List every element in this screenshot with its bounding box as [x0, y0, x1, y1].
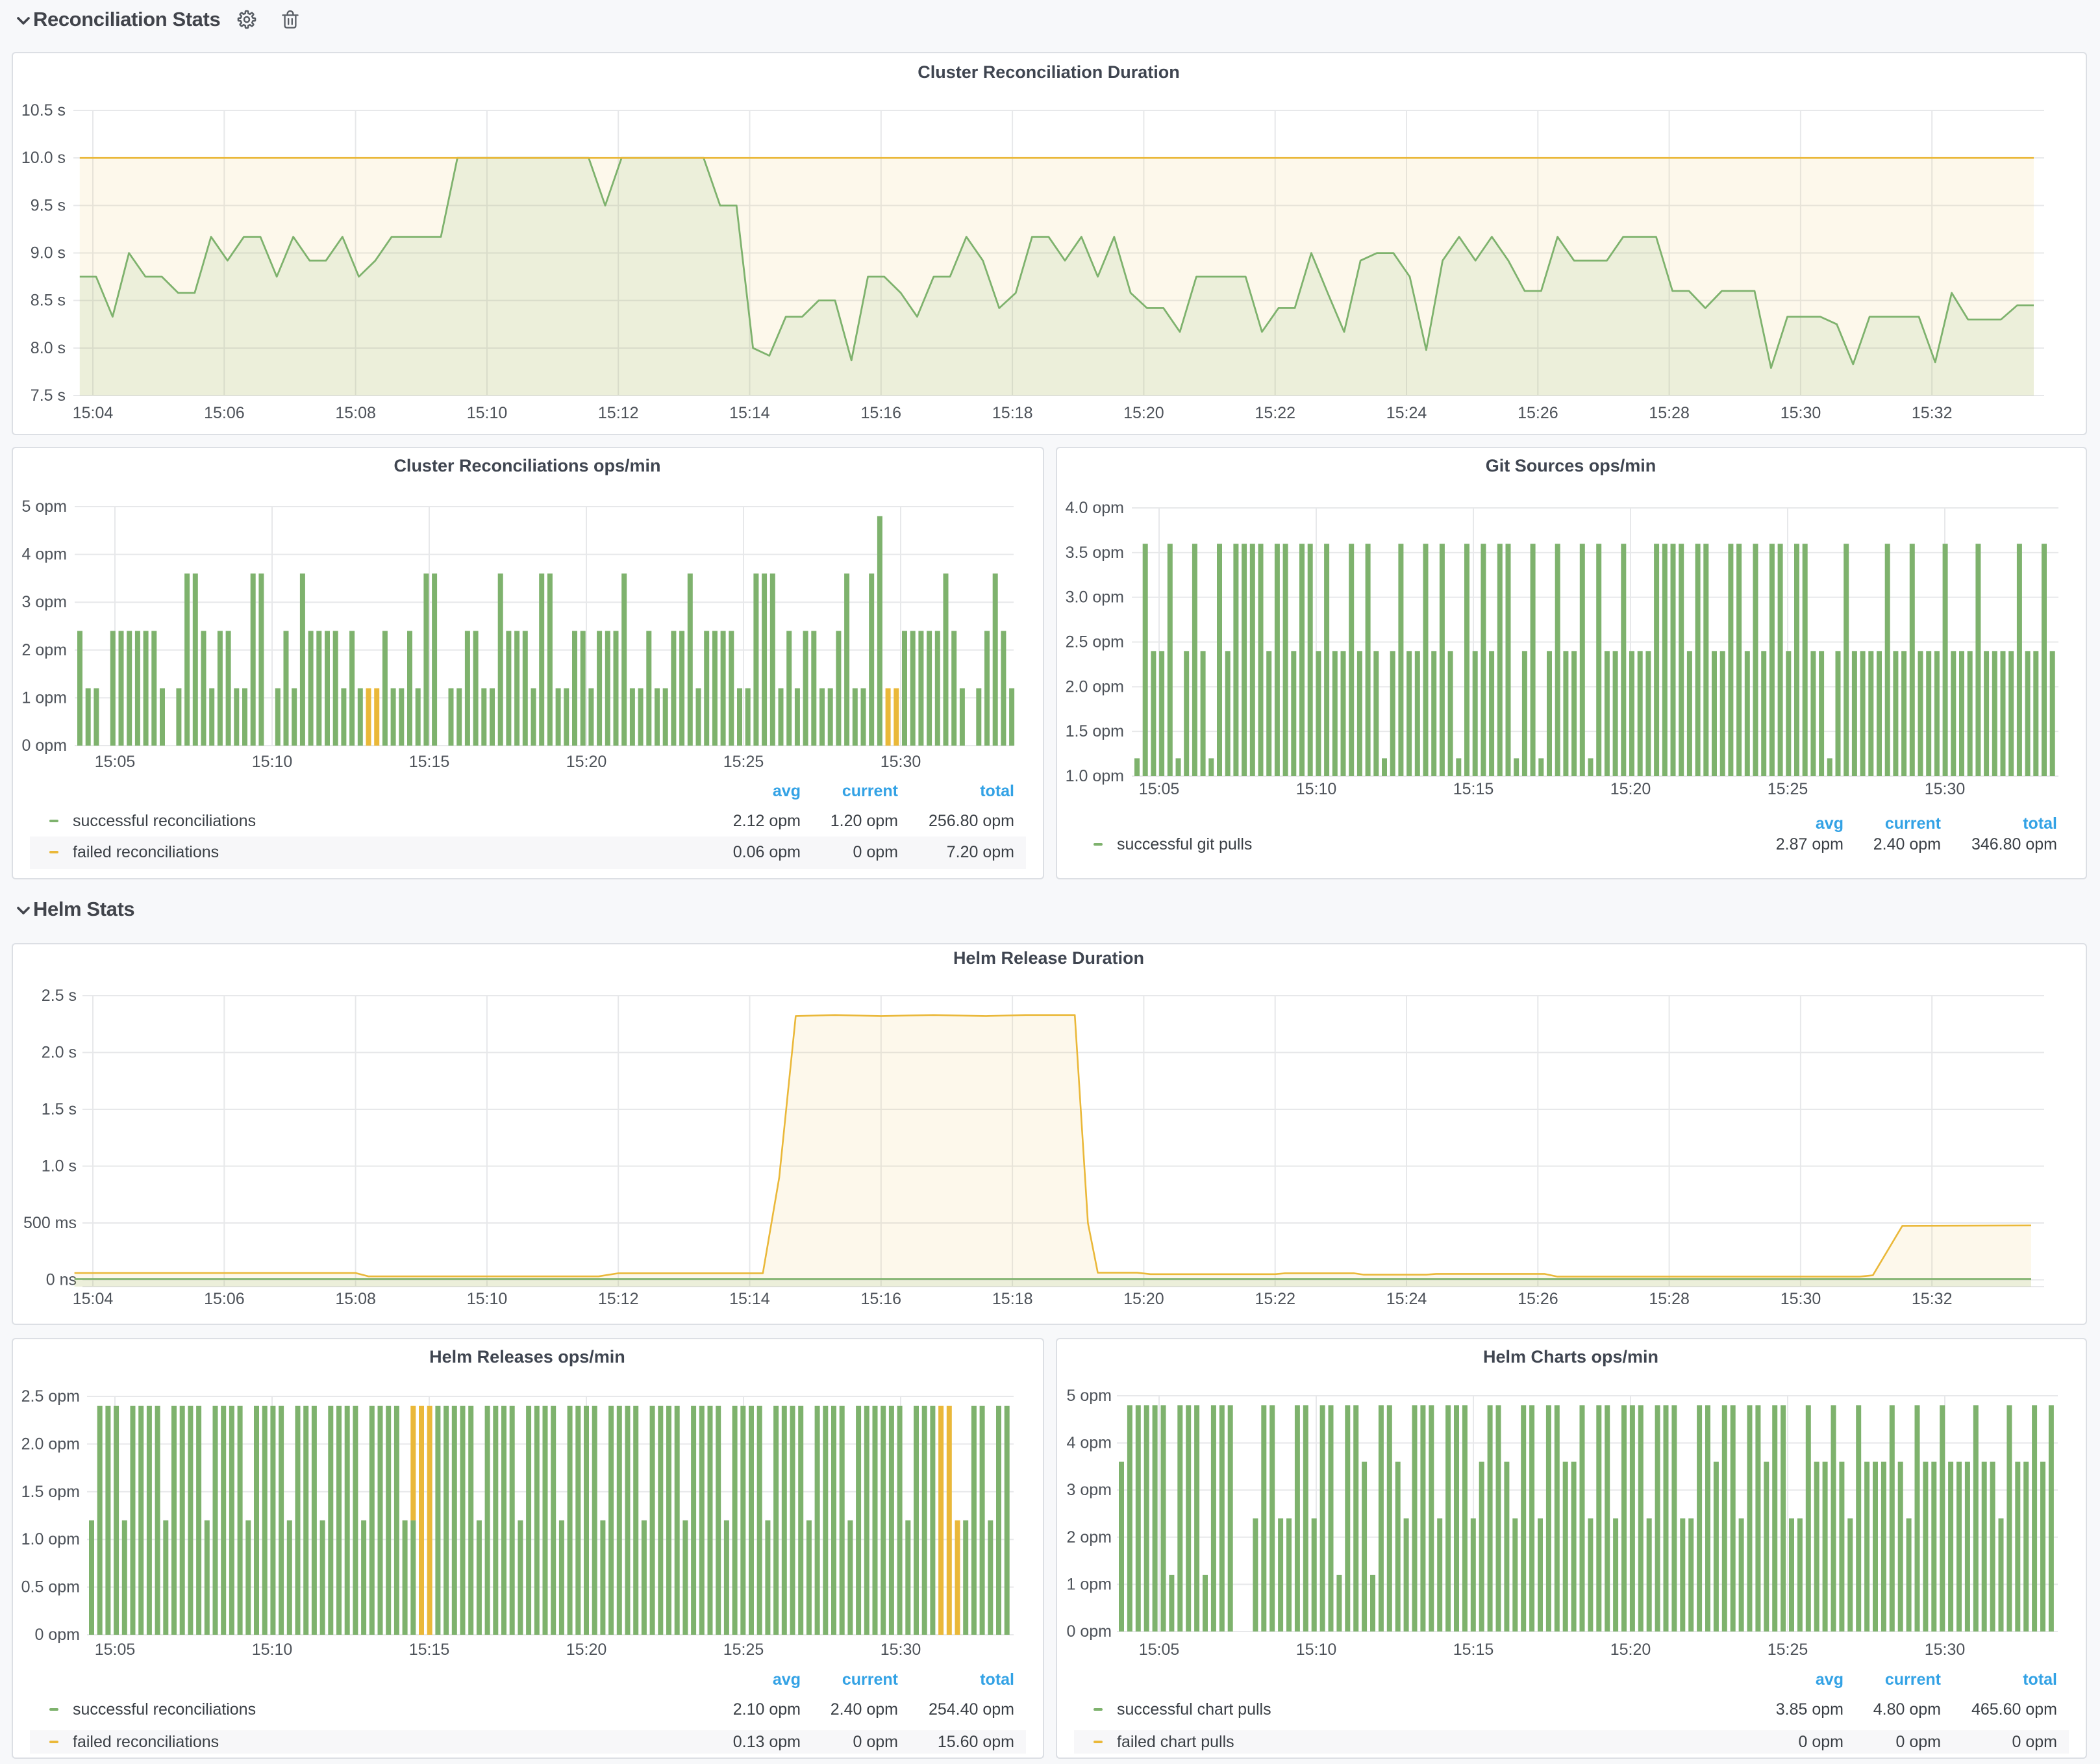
svg-text:3.0 opm: 3.0 opm: [1065, 588, 1123, 606]
svg-text:3.5 opm: 3.5 opm: [1065, 543, 1123, 561]
svg-text:15:10: 15:10: [251, 752, 292, 770]
svg-text:15:22: 15:22: [1255, 404, 1295, 422]
svg-text:1.0 s: 1.0 s: [41, 1157, 76, 1175]
svg-text:15:15: 15:15: [408, 1640, 449, 1658]
svg-text:15:12: 15:12: [597, 404, 638, 422]
svg-text:0 opm: 0 opm: [21, 736, 66, 754]
svg-text:15:30: 15:30: [1924, 1640, 1965, 1658]
svg-text:15:30: 15:30: [880, 1640, 921, 1658]
svg-text:15:14: 15:14: [729, 1289, 769, 1307]
svg-text:15:14: 15:14: [729, 404, 769, 422]
svg-text:15:15: 15:15: [1453, 779, 1494, 798]
svg-text:15:08: 15:08: [334, 1289, 375, 1307]
svg-text:15:32: 15:32: [1911, 1289, 1952, 1307]
svg-text:2.5 opm: 2.5 opm: [1065, 632, 1123, 650]
svg-text:0 opm: 0 opm: [1066, 1622, 1111, 1640]
svg-text:15:30: 15:30: [1924, 779, 1965, 798]
svg-text:3 opm: 3 opm: [21, 592, 66, 611]
svg-text:15:25: 15:25: [723, 1640, 764, 1658]
svg-text:15:28: 15:28: [1648, 404, 1689, 422]
svg-text:4 opm: 4 opm: [1066, 1433, 1111, 1452]
svg-text:15:05: 15:05: [94, 752, 135, 770]
svg-text:2 opm: 2 opm: [21, 640, 66, 659]
svg-text:15:18: 15:18: [992, 404, 1032, 422]
svg-text:15:05: 15:05: [1138, 779, 1179, 798]
svg-text:15:16: 15:16: [860, 1289, 901, 1307]
svg-text:15:20: 15:20: [1123, 404, 1164, 422]
svg-text:15:20: 15:20: [1610, 779, 1651, 798]
svg-text:5 opm: 5 opm: [21, 497, 66, 515]
svg-text:15:25: 15:25: [1767, 779, 1808, 798]
svg-text:15:30: 15:30: [1780, 1289, 1821, 1307]
svg-text:0 ns: 0 ns: [45, 1270, 76, 1288]
svg-text:15:10: 15:10: [466, 1289, 507, 1307]
svg-text:15:20: 15:20: [566, 752, 606, 770]
svg-text:15:06: 15:06: [203, 1289, 244, 1307]
svg-text:2.0 opm: 2.0 opm: [21, 1434, 79, 1452]
svg-text:1.0 opm: 1.0 opm: [21, 1530, 79, 1548]
svg-text:15:25: 15:25: [1767, 1640, 1808, 1658]
svg-text:15:16: 15:16: [860, 404, 901, 422]
svg-text:8.0 s: 8.0 s: [30, 339, 65, 357]
svg-text:9.5 s: 9.5 s: [30, 196, 65, 214]
svg-text:500 ms: 500 ms: [23, 1213, 76, 1231]
svg-text:2 opm: 2 opm: [1066, 1528, 1111, 1546]
svg-text:15:10: 15:10: [466, 404, 507, 422]
svg-text:2.0 s: 2.0 s: [41, 1042, 76, 1061]
svg-text:15:25: 15:25: [723, 752, 764, 770]
svg-text:15:04: 15:04: [72, 404, 113, 422]
svg-text:9.0 s: 9.0 s: [30, 244, 65, 262]
svg-text:15:06: 15:06: [203, 404, 244, 422]
svg-text:2.5 opm: 2.5 opm: [21, 1387, 79, 1405]
svg-text:15:10: 15:10: [251, 1640, 292, 1658]
svg-text:15:20: 15:20: [566, 1640, 606, 1658]
svg-text:15:08: 15:08: [334, 404, 375, 422]
svg-text:0 opm: 0 opm: [34, 1625, 79, 1643]
svg-text:3 opm: 3 opm: [1066, 1480, 1111, 1498]
svg-text:15:18: 15:18: [992, 1289, 1032, 1307]
svg-text:15:20: 15:20: [1123, 1289, 1164, 1307]
svg-text:15:30: 15:30: [880, 752, 921, 770]
svg-text:15:05: 15:05: [94, 1640, 135, 1658]
svg-text:8.5 s: 8.5 s: [30, 292, 65, 310]
svg-text:15:32: 15:32: [1911, 404, 1952, 422]
svg-text:15:26: 15:26: [1517, 404, 1558, 422]
svg-text:15:30: 15:30: [1780, 404, 1821, 422]
svg-text:15:10: 15:10: [1295, 779, 1336, 798]
svg-text:15:15: 15:15: [408, 752, 449, 770]
svg-text:1.5 opm: 1.5 opm: [1065, 722, 1123, 740]
svg-text:10.5 s: 10.5 s: [21, 101, 65, 120]
svg-text:1 opm: 1 opm: [21, 688, 66, 706]
svg-text:15:24: 15:24: [1386, 404, 1427, 422]
svg-text:1 opm: 1 opm: [1066, 1574, 1111, 1593]
svg-text:10.0 s: 10.0 s: [21, 149, 65, 167]
svg-text:2.5 s: 2.5 s: [41, 986, 76, 1004]
svg-text:4 opm: 4 opm: [21, 545, 66, 563]
svg-text:15:10: 15:10: [1295, 1640, 1336, 1658]
svg-text:15:28: 15:28: [1648, 1289, 1689, 1307]
svg-text:7.5 s: 7.5 s: [30, 386, 65, 405]
svg-text:15:20: 15:20: [1610, 1640, 1651, 1658]
svg-text:1.5 opm: 1.5 opm: [21, 1482, 79, 1500]
svg-text:0.5 opm: 0.5 opm: [21, 1578, 79, 1596]
svg-text:15:26: 15:26: [1517, 1289, 1558, 1307]
svg-text:15:12: 15:12: [597, 1289, 638, 1307]
svg-text:15:04: 15:04: [72, 1289, 113, 1307]
svg-text:5 opm: 5 opm: [1066, 1386, 1111, 1404]
svg-text:4.0 opm: 4.0 opm: [1065, 498, 1123, 516]
svg-text:15:22: 15:22: [1255, 1289, 1295, 1307]
svg-text:15:15: 15:15: [1453, 1640, 1494, 1658]
svg-text:15:05: 15:05: [1138, 1640, 1179, 1658]
svg-text:1.5 s: 1.5 s: [41, 1100, 76, 1118]
svg-text:2.0 opm: 2.0 opm: [1065, 677, 1123, 695]
svg-text:1.0 opm: 1.0 opm: [1065, 766, 1123, 785]
svg-text:15:24: 15:24: [1386, 1289, 1427, 1307]
